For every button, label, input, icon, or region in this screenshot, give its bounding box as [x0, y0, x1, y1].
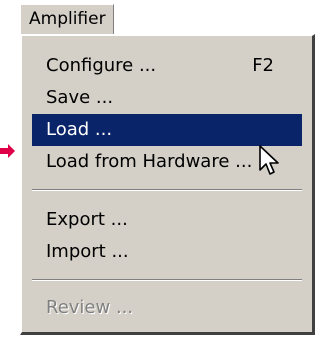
arrow-pointer-icon — [0, 144, 15, 158]
menu-item-label: Export ... — [46, 209, 128, 230]
menu-item-configure[interactable]: Configure ... F2 — [32, 50, 302, 82]
menu-separator — [32, 189, 302, 191]
menu-item-label: Load ... — [46, 119, 113, 140]
menu-item-save[interactable]: Save ... — [32, 82, 302, 114]
menu-item-review: Review ... — [32, 292, 302, 324]
screenshot-stage: Amplifier Configure ... F2 Save ... Load… — [0, 0, 323, 346]
menu-amplifier[interactable]: Amplifier — [20, 4, 114, 34]
mouse-cursor-icon — [259, 145, 279, 175]
menu-item-label: Review ... — [46, 297, 134, 318]
menu-item-import[interactable]: Import ... — [32, 236, 302, 268]
menu-separator — [32, 279, 302, 281]
menu-item-label: Import ... — [46, 241, 129, 262]
menu-item-export[interactable]: Export ... — [32, 204, 302, 236]
menu-item-label: Configure ... — [46, 55, 157, 76]
menu-item-label: Load from Hardware ... — [46, 151, 253, 172]
menu-item-load[interactable]: Load ... — [32, 114, 302, 146]
amplifier-dropdown-menu: Configure ... F2 Save ... Load ... Load … — [20, 34, 315, 335]
menu-item-label: Save ... — [46, 87, 114, 108]
menu-item-shortcut: F2 — [252, 55, 274, 76]
